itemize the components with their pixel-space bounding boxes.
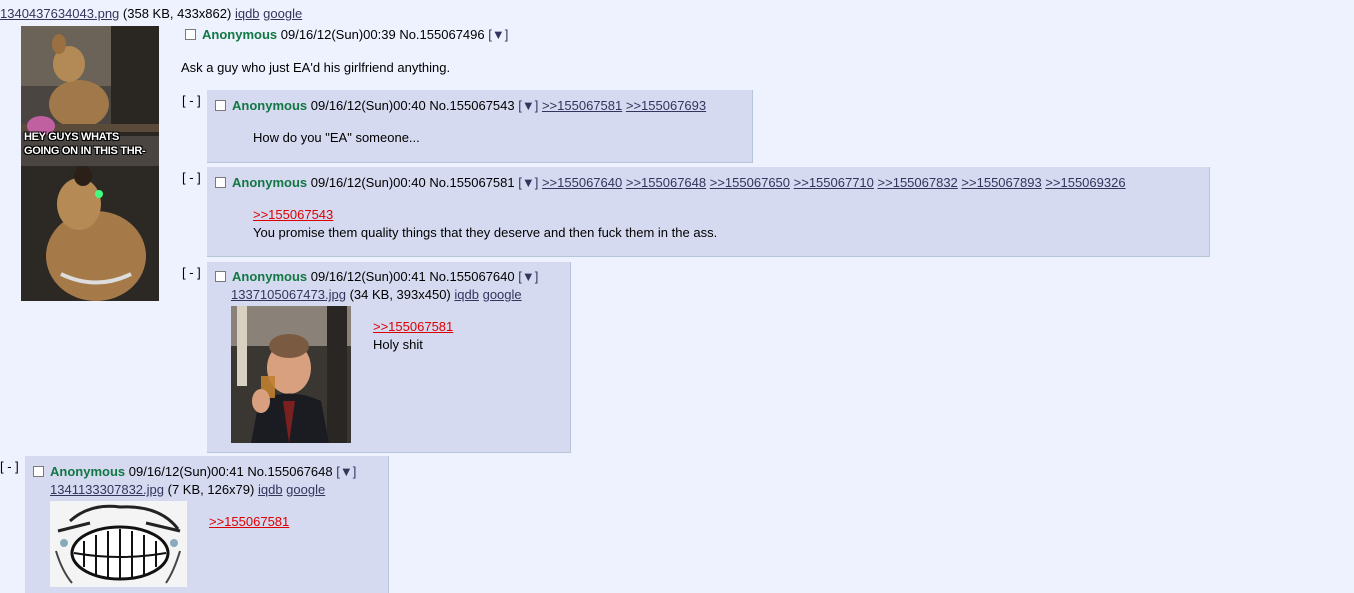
reply-4: Anonymous 09/16/12(Sun)00:41 No.15506764… [25, 456, 389, 593]
op-file-meta: (358 KB, 433x862) [122, 6, 232, 21]
reply-2-post-number[interactable]: No.155067581 [429, 175, 514, 190]
reply-2: Anonymous 09/16/12(Sun)00:40 No.15506758… [207, 167, 1210, 257]
reply-2-backlink[interactable]: >>155067710 [794, 175, 874, 190]
reply-2-quote-link[interactable]: >>155067543 [253, 207, 333, 223]
reply-1-header: Anonymous 09/16/12(Sun)00:40 No.15506754… [215, 98, 706, 114]
op-image[interactable]: HEY GUYS WHATS GOING ON IN THIS THR- [21, 26, 159, 301]
laughing-rage-face-image [50, 501, 187, 587]
op-google-link[interactable]: google [263, 6, 302, 21]
op-menu-arrow[interactable]: [▼] [488, 27, 508, 42]
reply-4-google-link[interactable]: google [286, 482, 325, 497]
op-post-number[interactable]: No.155067496 [399, 27, 484, 42]
reply-3-iqdb-link[interactable]: iqdb [454, 287, 479, 302]
reply-2-toggle[interactable]: [ - ] [182, 170, 201, 186]
reply-2-datetime: 09/16/12(Sun)00:40 [310, 175, 426, 190]
dog-meme-image [21, 26, 159, 301]
reply-2-backlink[interactable]: >>155067650 [710, 175, 790, 190]
reply-3-thumbnail[interactable] [231, 306, 351, 443]
reply-3-quote-link[interactable]: >>155067581 [373, 319, 453, 335]
reply-3-file-meta: (34 KB, 393x450) [349, 287, 451, 302]
reply-4-iqdb-link[interactable]: iqdb [258, 482, 283, 497]
reply-1: Anonymous 09/16/12(Sun)00:40 No.15506754… [207, 90, 753, 163]
reply-1-toggle[interactable]: [ - ] [182, 93, 201, 109]
reply-4-checkbox[interactable] [33, 466, 44, 477]
reply-1-poster-name: Anonymous [232, 98, 308, 113]
op-poster-name: Anonymous [202, 27, 278, 42]
op-image-caption-line1: HEY GUYS WHATS [24, 131, 120, 143]
reply-3-file-link[interactable]: 1337105067473.jpg [231, 287, 346, 302]
reply-4-header: Anonymous 09/16/12(Sun)00:41 No.15506764… [33, 464, 356, 480]
reply-3: Anonymous 09/16/12(Sun)00:41 No.15506764… [207, 262, 571, 453]
reply-2-backlink[interactable]: >>155067832 [878, 175, 958, 190]
reply-3-menu-arrow[interactable]: [▼] [518, 269, 538, 284]
reply-2-backlink[interactable]: >>155067648 [626, 175, 706, 190]
reply-1-body: How do you "EA" someone... [253, 130, 420, 145]
op-iqdb-link[interactable]: iqdb [235, 6, 260, 21]
man-drinking-image [231, 306, 351, 443]
reply-1-menu-arrow[interactable]: [▼] [518, 98, 538, 113]
reply-4-menu-arrow[interactable]: [▼] [336, 464, 356, 479]
reply-3-header: Anonymous 09/16/12(Sun)00:41 No.15506764… [215, 269, 538, 285]
reply-2-backlink[interactable]: >>155067893 [961, 175, 1041, 190]
reply-3-datetime: 09/16/12(Sun)00:41 [310, 269, 426, 284]
reply-2-backlink[interactable]: >>155069326 [1045, 175, 1125, 190]
reply-4-toggle[interactable]: [ - ] [0, 459, 19, 475]
reply-3-toggle[interactable]: [ - ] [182, 265, 201, 281]
reply-1-post-number[interactable]: No.155067543 [429, 98, 514, 113]
op-file-link[interactable]: 1340437634043.png [0, 6, 119, 21]
reply-1-backlink[interactable]: >>155067693 [626, 98, 706, 113]
reply-4-datetime: 09/16/12(Sun)00:41 [128, 464, 244, 479]
op-datetime: 09/16/12(Sun)00:39 [280, 27, 396, 42]
op-file-info: 1340437634043.png (358 KB, 433x862) iqdb… [0, 6, 302, 22]
reply-4-post-number[interactable]: No.155067648 [247, 464, 332, 479]
reply-3-checkbox[interactable] [215, 271, 226, 282]
reply-2-backlink[interactable]: >>155067640 [542, 175, 622, 190]
reply-1-checkbox[interactable] [215, 100, 226, 111]
op-body: Ask a guy who just EA'd his girlfriend a… [181, 60, 451, 75]
reply-3-google-link[interactable]: google [483, 287, 522, 302]
op-image-caption-line2: GOING ON IN THIS THR- [24, 145, 146, 157]
reply-4-quote-link[interactable]: >>155067581 [209, 514, 289, 530]
reply-2-poster-name: Anonymous [232, 175, 308, 190]
op-header: Anonymous 09/16/12(Sun)00:39 No.15506749… [185, 27, 508, 43]
reply-4-poster-name: Anonymous [50, 464, 126, 479]
reply-3-post-number[interactable]: No.155067640 [429, 269, 514, 284]
op-checkbox[interactable] [185, 29, 196, 40]
reply-4-thumbnail[interactable] [50, 501, 187, 587]
reply-3-poster-name: Anonymous [232, 269, 308, 284]
reply-4-file-info: 1341133307832.jpg (7 KB, 126x79) iqdb go… [50, 482, 325, 498]
reply-4-file-link[interactable]: 1341133307832.jpg [50, 482, 164, 497]
op-image-caption: HEY GUYS WHATS GOING ON IN THIS THR- [24, 130, 146, 158]
reply-3-file-info: 1337105067473.jpg (34 KB, 393x450) iqdb … [231, 287, 522, 303]
reply-2-menu-arrow[interactable]: [▼] [518, 175, 538, 190]
reply-3-body: Holy shit [373, 337, 423, 352]
reply-2-body: You promise them quality things that the… [253, 225, 718, 240]
reply-2-checkbox[interactable] [215, 177, 226, 188]
reply-1-datetime: 09/16/12(Sun)00:40 [310, 98, 426, 113]
reply-4-file-meta: (7 KB, 126x79) [167, 482, 255, 497]
reply-2-header: Anonymous 09/16/12(Sun)00:40 No.15506758… [215, 175, 1126, 191]
reply-1-backlink[interactable]: >>155067581 [542, 98, 622, 113]
